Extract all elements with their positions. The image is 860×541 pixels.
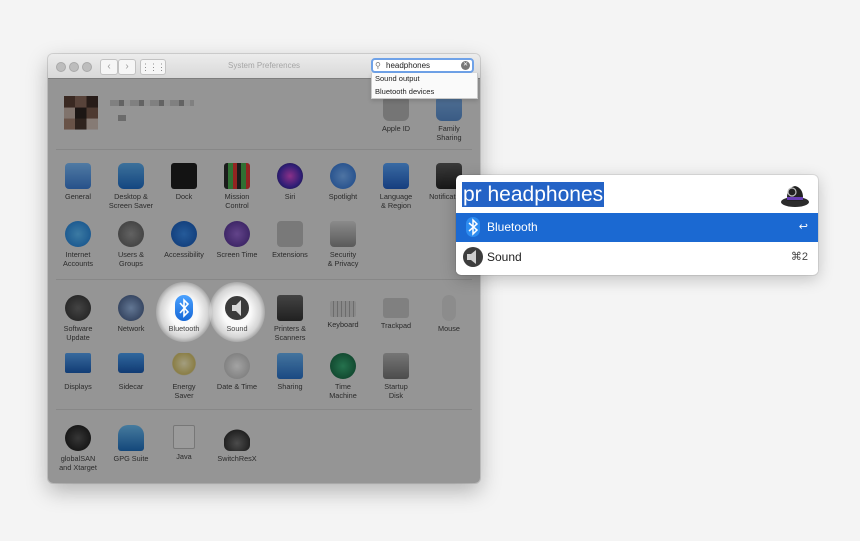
pane-printers-scanners[interactable]: Printers & Scanners bbox=[262, 295, 318, 342]
desktop-icon bbox=[118, 163, 144, 189]
pane-energy-saver[interactable]: Energy Saver bbox=[156, 353, 212, 400]
spotlight-icon bbox=[330, 163, 356, 189]
dock-icon bbox=[171, 163, 197, 189]
date-time-icon bbox=[224, 353, 250, 379]
pane-security-privacy[interactable]: Security & Privacy bbox=[315, 221, 371, 268]
pane-accessibility[interactable]: Accessibility bbox=[156, 221, 212, 259]
displays-icon bbox=[65, 353, 91, 373]
pane-sidecar[interactable]: Sidecar bbox=[103, 353, 159, 391]
suggestion-sound-output[interactable]: Sound output bbox=[372, 73, 477, 86]
pane-trackpad[interactable]: Trackpad bbox=[368, 295, 424, 330]
preferences-content: Apple ID Family Sharing General Desktop … bbox=[48, 79, 480, 483]
forward-button[interactable]: › bbox=[118, 59, 136, 75]
alfred-query-input[interactable]: pr headphones bbox=[462, 182, 605, 207]
alfred-result-bluetooth[interactable]: Bluetooth ↩ bbox=[456, 213, 818, 242]
account-name-blurred bbox=[110, 100, 194, 106]
startup-disk-icon bbox=[383, 353, 409, 379]
pane-java[interactable]: Java bbox=[156, 425, 212, 461]
close-window-button[interactable] bbox=[56, 62, 66, 72]
speaker-icon bbox=[462, 246, 484, 268]
pane-software-update[interactable]: Software Update bbox=[50, 295, 106, 342]
users-groups-icon bbox=[118, 221, 144, 247]
pane-bluetooth[interactable]: Bluetooth bbox=[156, 295, 212, 333]
alfred-result-sound[interactable]: Sound ⌘2 bbox=[456, 243, 818, 272]
alfred-window: pr headphones Bluetooth ↩ Sound ⌘2 bbox=[456, 175, 818, 275]
language-icon bbox=[383, 163, 409, 189]
pane-spotlight[interactable]: Spotlight bbox=[315, 163, 371, 201]
pane-screen-time[interactable]: Screen Time bbox=[209, 221, 265, 259]
pane-siri[interactable]: Siri bbox=[262, 163, 318, 201]
security-icon bbox=[330, 221, 356, 247]
pane-network[interactable]: Network bbox=[103, 295, 159, 333]
pane-family-sharing[interactable]: Family Sharing bbox=[421, 95, 477, 142]
globalsan-icon bbox=[65, 425, 91, 451]
pane-switchresx[interactable]: SwitchResX bbox=[209, 425, 265, 463]
pane-gpg-suite[interactable]: GPG Suite bbox=[103, 425, 159, 463]
search-icon: ⚲ bbox=[375, 61, 381, 70]
pane-general[interactable]: General bbox=[50, 163, 106, 201]
time-machine-icon bbox=[330, 353, 356, 379]
pane-language-region[interactable]: Language & Region bbox=[368, 163, 424, 210]
system-preferences-window: ‹ › ⋮⋮⋮ System Preferences ⚲ headphones … bbox=[48, 54, 480, 483]
pane-startup-disk[interactable]: Startup Disk bbox=[368, 353, 424, 400]
gpg-suite-icon bbox=[118, 425, 144, 451]
bluetooth-icon bbox=[462, 216, 484, 238]
software-update-icon bbox=[65, 295, 91, 321]
sidecar-icon bbox=[118, 353, 144, 373]
keyboard-icon bbox=[330, 301, 356, 317]
pane-extensions[interactable]: Extensions bbox=[262, 221, 318, 259]
pane-sound[interactable]: Sound bbox=[209, 295, 265, 333]
clear-search-icon[interactable]: ✕ bbox=[461, 61, 470, 70]
pane-mission-control[interactable]: Mission Control bbox=[209, 163, 265, 210]
siri-icon bbox=[277, 163, 303, 189]
back-button[interactable]: ‹ bbox=[100, 59, 118, 75]
switchresx-icon bbox=[224, 425, 250, 451]
bluetooth-icon bbox=[175, 295, 193, 321]
pane-mouse[interactable]: Mouse bbox=[421, 295, 477, 333]
show-all-grid-button[interactable]: ⋮⋮⋮ bbox=[140, 59, 166, 75]
avatar bbox=[64, 96, 98, 130]
java-icon bbox=[173, 425, 195, 449]
shortcut-hint: ⌘2 bbox=[790, 251, 808, 263]
zoom-window-button[interactable] bbox=[82, 62, 92, 72]
mission-control-icon bbox=[224, 163, 250, 189]
section-divider bbox=[56, 149, 472, 150]
suggestion-bluetooth-devices[interactable]: Bluetooth devices bbox=[372, 86, 477, 99]
printer-icon bbox=[277, 295, 303, 321]
screen-time-icon bbox=[224, 221, 250, 247]
alfred-hat-icon bbox=[780, 180, 810, 208]
network-icon bbox=[118, 295, 144, 321]
search-suggestions: Sound output Bluetooth devices bbox=[371, 73, 478, 99]
pane-sharing[interactable]: Sharing bbox=[262, 353, 318, 391]
mouse-icon bbox=[442, 295, 456, 321]
general-icon bbox=[65, 163, 91, 189]
trackpad-icon bbox=[383, 298, 409, 318]
pane-time-machine[interactable]: Time Machine bbox=[315, 353, 371, 400]
section-divider bbox=[56, 409, 472, 410]
alfred-result-title: Sound bbox=[487, 250, 522, 264]
pane-date-time[interactable]: Date & Time bbox=[209, 353, 265, 391]
pane-apple-id[interactable]: Apple ID bbox=[368, 95, 424, 133]
account-detail-blurred bbox=[118, 115, 126, 121]
pane-keyboard[interactable]: Keyboard bbox=[315, 295, 371, 329]
pane-globalsan[interactable]: globalSAN and Xtarget bbox=[50, 425, 106, 472]
window-title: System Preferences bbox=[227, 61, 301, 70]
search-input[interactable]: headphones bbox=[386, 60, 430, 71]
pane-users-groups[interactable]: Users & Groups bbox=[103, 221, 159, 268]
pane-internet-accounts[interactable]: Internet Accounts bbox=[50, 221, 106, 268]
sound-icon bbox=[224, 295, 250, 321]
pane-displays[interactable]: Displays bbox=[50, 353, 106, 391]
pane-dock[interactable]: Dock bbox=[156, 163, 212, 201]
extensions-icon bbox=[277, 221, 303, 247]
energy-saver-icon bbox=[171, 353, 197, 379]
return-key-hint: ↩ bbox=[798, 221, 808, 233]
alfred-result-title: Bluetooth bbox=[487, 220, 538, 234]
pane-desktop-screen-saver[interactable]: Desktop & Screen Saver bbox=[103, 163, 159, 210]
minimize-window-button[interactable] bbox=[69, 62, 79, 72]
search-field[interactable]: ⚲ headphones ✕ bbox=[371, 58, 474, 73]
section-divider bbox=[56, 279, 472, 280]
internet-accounts-icon bbox=[65, 221, 91, 247]
sharing-icon bbox=[277, 353, 303, 379]
accessibility-icon bbox=[171, 221, 197, 247]
